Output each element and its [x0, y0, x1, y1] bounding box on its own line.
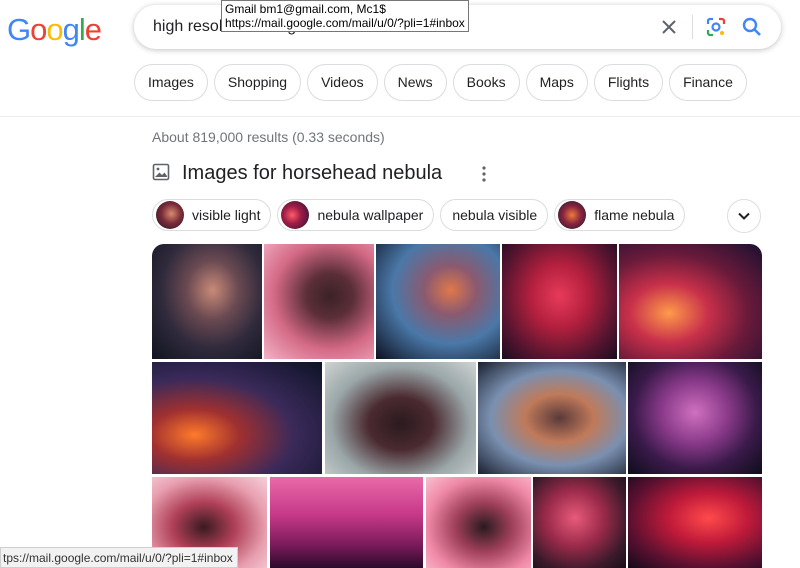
related-chip-label: nebula wallpaper — [317, 207, 424, 223]
related-chip-nebula-wallpaper[interactable]: nebula wallpaper — [277, 199, 435, 231]
search-icon[interactable] — [740, 15, 764, 39]
related-chip-label: visible light — [192, 207, 261, 223]
logo-letter: e — [84, 12, 102, 47]
result-stats: About 819,000 results (0.33 seconds) — [152, 129, 385, 145]
logo-letter: G — [7, 12, 31, 47]
filter-chip-flights[interactable]: Flights — [593, 64, 664, 101]
image-icon — [152, 163, 170, 181]
filter-chip-news[interactable]: News — [383, 64, 447, 101]
tooltip-url: https://mail.google.com/mail/u/0/?pli=1#… — [225, 16, 465, 30]
chip-thumbnail — [281, 201, 310, 229]
image-result[interactable] — [628, 362, 762, 474]
filter-chip-books[interactable]: Books — [452, 64, 520, 101]
filter-chip-finance[interactable]: Finance — [669, 64, 747, 101]
image-result[interactable] — [619, 244, 762, 359]
related-chip-label: nebula visible — [452, 207, 538, 223]
logo-letter: o — [46, 12, 63, 47]
image-results-grid — [152, 244, 762, 568]
image-result[interactable] — [502, 244, 617, 359]
related-chip-label: flame nebula — [594, 207, 675, 223]
filter-chip-videos[interactable]: Videos — [307, 64, 378, 101]
image-result[interactable] — [152, 362, 322, 474]
image-result[interactable] — [152, 244, 262, 359]
image-result[interactable] — [325, 362, 476, 474]
filter-chip-shopping[interactable]: Shopping — [213, 64, 302, 101]
chevron-down-icon — [738, 212, 750, 220]
image-result[interactable] — [533, 477, 626, 568]
logo-letter: g — [62, 12, 80, 47]
clear-icon[interactable] — [657, 15, 681, 39]
more-options-icon[interactable] — [478, 165, 490, 183]
image-result[interactable] — [478, 362, 626, 474]
filter-chip-images[interactable]: Images — [134, 64, 208, 101]
image-result[interactable] — [628, 477, 762, 568]
filter-chip-maps[interactable]: Maps — [525, 64, 588, 101]
tooltip-title: Gmail bm1@gmail.com, Mc1$ — [225, 2, 386, 16]
related-chip-visible-light[interactable]: visible light — [152, 199, 272, 231]
images-section-title: Images for horsehead nebula — [182, 162, 443, 184]
image-result[interactable] — [270, 477, 423, 568]
chip-thumbnail — [156, 201, 184, 229]
image-result[interactable] — [426, 477, 531, 568]
google-logo[interactable]: Google — [7, 12, 102, 48]
related-chip-flame-nebula[interactable]: flame nebula — [554, 199, 686, 231]
related-chip-nebula-visible[interactable]: nebula visible — [440, 199, 549, 231]
header-divider — [0, 116, 800, 117]
image-result[interactable] — [376, 244, 500, 359]
image-result[interactable] — [264, 244, 374, 359]
logo-letter: o — [30, 12, 47, 47]
link-tooltip: Gmail bm1@gmail.com, Mc1$ https://mail.g… — [221, 0, 469, 32]
google-lens-icon[interactable] — [704, 15, 728, 39]
search-filter-chips: Images Shopping Videos News Books Maps F… — [134, 64, 747, 101]
search-divider — [692, 15, 693, 39]
status-bar-url: tps://mail.google.com/mail/u/0/?pli=1#in… — [0, 547, 238, 568]
chip-thumbnail — [558, 201, 587, 229]
expand-related-button[interactable] — [727, 199, 761, 233]
related-search-chips: visible light nebula wallpaper nebula vi… — [152, 199, 686, 231]
